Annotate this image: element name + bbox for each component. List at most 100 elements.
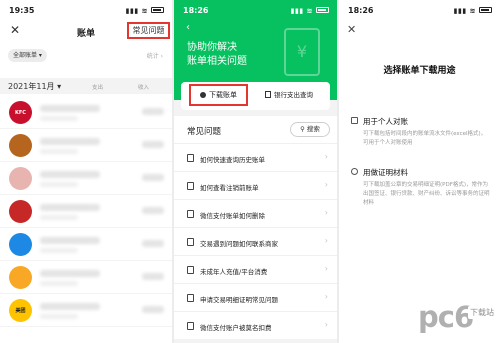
- bill-row[interactable]: [0, 129, 172, 162]
- option-proof-material[interactable]: 用做证明材料 可下载加盖公章的交易明细证明(PDF格式)，常作为出国签证、银行贷…: [351, 166, 490, 216]
- blurred-text: [40, 215, 78, 220]
- faq-list: 如何快速查询历史账单 › 如何查看注销前账单 › 微信支付账单如何删除 › 交易遇到问题如何…: [174, 143, 337, 339]
- download-bill-label: 下载账单: [209, 91, 237, 99]
- blurred-text: [142, 240, 164, 247]
- bill-help-screen: 18:26 ▮▮▮ ≋ ‹ 协助你解决 账单相关问题 ¥ 下载账单 银行支出查询…: [174, 0, 337, 343]
- faq-item[interactable]: 未成年人充值/平台消费 ›: [174, 255, 337, 283]
- bill-list-screen: 19:35 ▮▮▮ ≋ ✕ 账单 常见问题 全部账单 ▾ 统计 › 2021年1…: [0, 0, 172, 343]
- faq-item[interactable]: 如何快速查询历史账单 ›: [174, 143, 337, 171]
- blurred-text: [40, 138, 100, 145]
- option-description: 可下载加盖公章的交易明细证明(PDF格式)，常作为出国签证、银行贷款、财产纠纷、…: [363, 182, 490, 206]
- blurred-text: [40, 237, 100, 244]
- bill-row[interactable]: [0, 228, 172, 261]
- month-expense-label: 支出: [92, 85, 104, 91]
- faq-item-icon: [187, 210, 194, 218]
- status-time: 18:26: [183, 5, 209, 15]
- blurred-text: [40, 204, 100, 211]
- status-bar: 19:35 ▮▮▮ ≋: [9, 4, 164, 16]
- merchant-logo: [9, 167, 32, 190]
- battery-icon: [479, 7, 492, 13]
- chevron-right-icon: ›: [324, 152, 328, 161]
- option-icon: [351, 168, 358, 175]
- faq-item[interactable]: 交易遇到问题如何联系商家 ›: [174, 227, 337, 255]
- option-icon: [351, 117, 358, 124]
- faq-item[interactable]: 微信支付账单如何删除 ›: [174, 199, 337, 227]
- yuan-icon: ¥: [296, 42, 308, 61]
- faq-item[interactable]: 如何查看注销前账单 ›: [174, 171, 337, 199]
- faq-item-label: 微信支付账单如何删除: [200, 212, 265, 220]
- blurred-text: [142, 108, 164, 115]
- faq-item[interactable]: 申请交易明细证明常见问题 ›: [174, 283, 337, 311]
- faq-item[interactable]: 微信支付账户被莫名扣费 ›: [174, 311, 337, 339]
- status-icons: ▮▮▮ ≋: [291, 6, 329, 15]
- status-time: 19:35: [9, 5, 35, 15]
- merchant-logo: 美团: [9, 299, 32, 322]
- month-income-label: 收入: [138, 85, 150, 91]
- faq-item-icon: [187, 266, 194, 274]
- chevron-right-icon: ›: [324, 264, 328, 273]
- bill-list: KFC 美团: [0, 96, 172, 327]
- all-bills-filter[interactable]: 全部账单 ▾: [8, 49, 47, 62]
- chevron-right-icon: ›: [324, 236, 328, 245]
- faq-item-icon: [187, 238, 194, 246]
- option-personal-reconciliation[interactable]: 用于个人对账 可下载包括时间段内的账单流水文件(excel格式)，可用于个人对账…: [351, 115, 490, 155]
- faq-item-icon: [187, 294, 194, 302]
- month-selector[interactable]: 2021年11月 ▾: [8, 81, 61, 92]
- download-purpose-screen: 18:26 ▮▮▮ ≋ ✕ 选择账单下载用途 用于个人对账 可下载包括时间段内的…: [339, 0, 500, 343]
- download-bill-button[interactable]: 下载账单: [189, 84, 248, 106]
- bill-row[interactable]: 美团: [0, 294, 172, 327]
- option-title: 用于个人对账: [363, 117, 408, 126]
- faq-header: 常见问题 ⚲ 搜索: [174, 116, 337, 143]
- merchant-logo: [9, 200, 32, 223]
- status-icons: ▮▮▮ ≋: [454, 6, 492, 15]
- search-label: 搜索: [306, 125, 320, 133]
- faq-item-label: 如何快速查询历史账单: [200, 156, 265, 164]
- status-bar: 18:26 ▮▮▮ ≋: [183, 4, 329, 16]
- battery-icon: [151, 7, 164, 13]
- merchant-logo: [9, 134, 32, 157]
- filter-bar: 全部账单 ▾ 统计 ›: [6, 47, 166, 65]
- bill-row[interactable]: [0, 195, 172, 228]
- close-icon[interactable]: ✕: [347, 23, 356, 36]
- faq-button[interactable]: 常见问题: [127, 22, 170, 39]
- blurred-text: [40, 171, 100, 178]
- blurred-text: [40, 182, 78, 187]
- blurred-text: [142, 207, 164, 214]
- chevron-right-icon: ›: [324, 208, 328, 217]
- bill-row[interactable]: [0, 162, 172, 195]
- status-icons: ▮▮▮ ≋: [126, 6, 164, 15]
- option-title: 用做证明材料: [363, 168, 408, 177]
- download-icon: [200, 92, 206, 98]
- blurred-text: [40, 270, 100, 277]
- faq-section-title: 常见问题: [187, 127, 222, 137]
- faq-item-label: 微信支付账户被莫名扣费: [200, 324, 272, 332]
- blurred-text: [142, 174, 164, 181]
- back-icon[interactable]: ‹: [186, 22, 190, 33]
- bill-row[interactable]: KFC: [0, 96, 172, 129]
- merchant-logo: [9, 233, 32, 256]
- status-time: 18:26: [348, 5, 374, 15]
- blurred-text: [40, 281, 78, 286]
- faq-item-icon: [187, 322, 194, 330]
- chevron-right-icon: ›: [324, 292, 328, 301]
- blurred-text: [40, 248, 78, 253]
- option-description: 可下载包括时间段内的账单流水文件(excel格式)，可用于个人对账使用: [363, 131, 487, 146]
- bill-document-icon: ¥: [284, 28, 320, 76]
- faq-item-label: 如何查看注销前账单: [200, 184, 259, 192]
- blurred-text: [142, 306, 164, 313]
- blurred-text: [40, 149, 78, 154]
- faq-item-label: 申请交易明细证明常见问题: [200, 296, 278, 304]
- search-icon: ⚲: [300, 125, 307, 133]
- search-button[interactable]: ⚲ 搜索: [290, 122, 330, 137]
- stats-link[interactable]: 统计 ›: [147, 51, 163, 60]
- blurred-text: [40, 314, 78, 319]
- bill-row[interactable]: [0, 261, 172, 294]
- hero-title: 协助你解决 账单相关问题: [187, 42, 247, 67]
- page-title: 选择账单下载用途: [383, 66, 456, 76]
- status-bar: 18:26 ▮▮▮ ≋: [348, 4, 492, 16]
- merchant-logo: [9, 266, 32, 289]
- merchant-logo: KFC: [9, 101, 32, 124]
- faq-item-label: 交易遇到问题如何联系商家: [200, 240, 278, 248]
- faq-item-label: 未成年人充值/平台消费: [200, 268, 268, 276]
- bank-expense-query-button[interactable]: 银行支出查询: [265, 89, 313, 99]
